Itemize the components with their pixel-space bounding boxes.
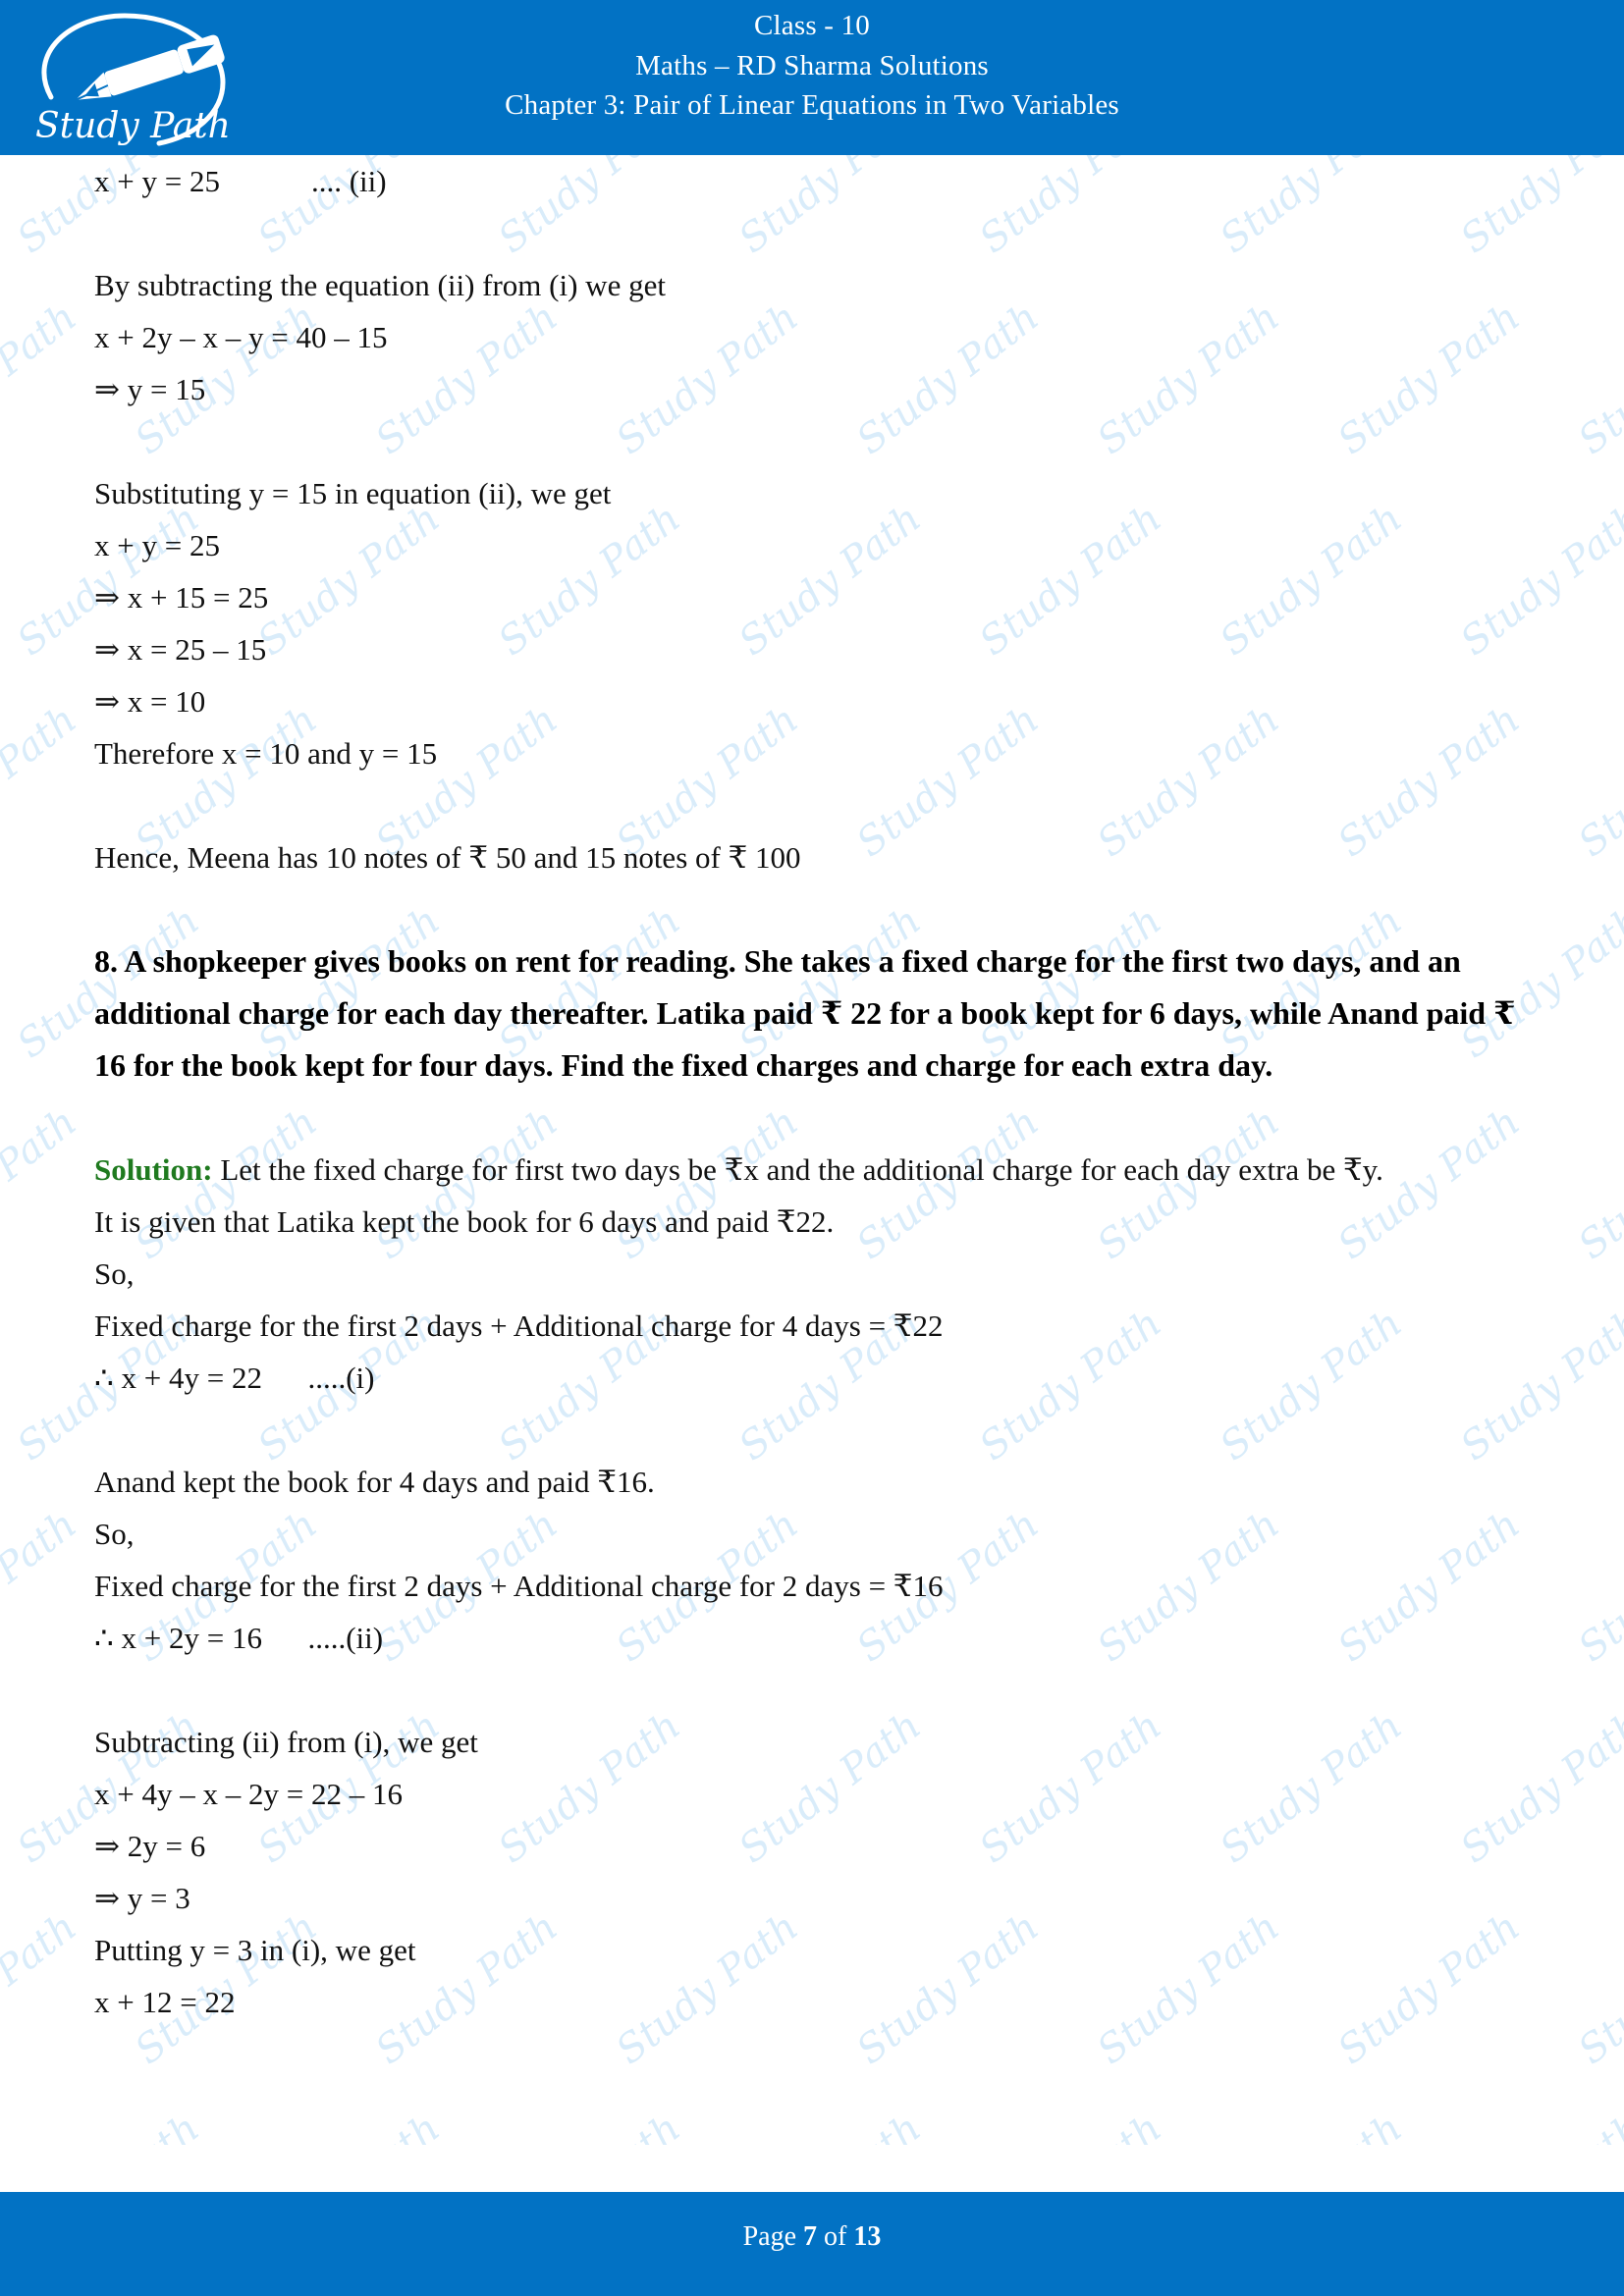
text-line: x + 12 = 22: [94, 1985, 236, 2019]
text-line: ⇒ y = 3: [94, 1881, 190, 1915]
text-line: Fixed charge for the first 2 days + Addi…: [94, 1569, 944, 1603]
text-line: ⇒ y = 15: [94, 372, 206, 406]
page-current: 7: [803, 2221, 818, 2252]
watermark-text: Study Path: [731, 2106, 929, 2145]
text-line: ⇒ x + 15 = 25: [94, 580, 269, 614]
text-line: Putting y = 3 in (i), we get: [94, 1933, 416, 1967]
text-line: x + y = 25 .... (ii): [94, 164, 387, 198]
text-line: Therefore x = 10 and y = 15: [94, 736, 438, 771]
page-prefix: Page: [742, 2221, 804, 2252]
text-line: x + 4y – x – 2y = 22 – 16: [94, 1777, 403, 1811]
header-subject-line: Maths – RD Sharma Solutions: [635, 50, 989, 81]
question-8-text: 8. A shopkeeper gives books on rent for …: [94, 943, 1516, 1083]
text-line: By subtracting the equation (ii) from (i…: [94, 268, 666, 302]
text-line: So,: [94, 1517, 135, 1551]
watermark-text: Study Path: [490, 2106, 688, 2145]
solution-intro-text: Let the fixed charge for first two days …: [212, 1152, 1383, 1187]
text-line: It is given that Latika kept the book fo…: [94, 1204, 835, 1239]
header-titles: Class - 10 Maths – RD Sharma Solutions C…: [0, 0, 1624, 120]
page-header: Study Path Class - 10 Maths – RD Sharma …: [0, 0, 1624, 155]
watermark-text: Study Path: [971, 2106, 1169, 2145]
page-number-label: Page 7 of 13: [0, 2221, 1624, 2253]
text-line: Subtracting (ii) from (i), we get: [94, 1725, 478, 1759]
text-line: Fixed charge for the first 2 days + Addi…: [94, 1308, 944, 1343]
text-line: Substituting y = 15 in equation (ii), we…: [94, 476, 612, 510]
page-footer: Page 7 of 13: [0, 2192, 1624, 2296]
solution-intro-line: Solution: Let the fixed charge for first…: [94, 1144, 1530, 1196]
watermark-text: Study Path: [9, 2106, 207, 2145]
page-content: x + y = 25 .... (ii) By subtracting the e…: [0, 155, 1624, 2028]
solution-block-upper: x + y = 25 .... (ii) By subtracting the e…: [94, 155, 1530, 935]
text-line: ⇒ x = 25 – 15: [94, 632, 267, 667]
watermark-text: Study Path: [1212, 2106, 1410, 2145]
header-class-line: Class - 10: [754, 10, 870, 41]
text-line: Anand kept the book for 4 days and paid …: [94, 1465, 655, 1499]
text-line: x + 2y – x – y = 40 – 15: [94, 320, 388, 354]
page-middle: of: [817, 2221, 854, 2252]
solution-label: Solution:: [94, 1152, 213, 1187]
text-line: ∴ x + 2y = 16 .....(ii): [94, 1621, 384, 1655]
text-line: ∴ x + 4y = 22 .....(i): [94, 1361, 375, 1395]
document-page: Study Path Class - 10 Maths – RD Sharma …: [0, 0, 1624, 2296]
watermark-text: Study Path: [249, 2106, 448, 2145]
page-total: 13: [853, 2221, 882, 2252]
text-line: x + y = 25: [94, 528, 220, 562]
text-line: So,: [94, 1256, 135, 1291]
text-line: ⇒ 2y = 6: [94, 1829, 206, 1863]
text-line: ⇒ x = 10: [94, 684, 206, 719]
header-chapter-line: Chapter 3: Pair of Linear Equations in T…: [505, 89, 1119, 121]
solution-block-lower: It is given that Latika kept the book fo…: [94, 1196, 1530, 2028]
text-line: Hence, Meena has 10 notes of ₹ 50 and 15…: [94, 840, 801, 875]
watermark-text: Study Path: [1452, 2106, 1624, 2145]
